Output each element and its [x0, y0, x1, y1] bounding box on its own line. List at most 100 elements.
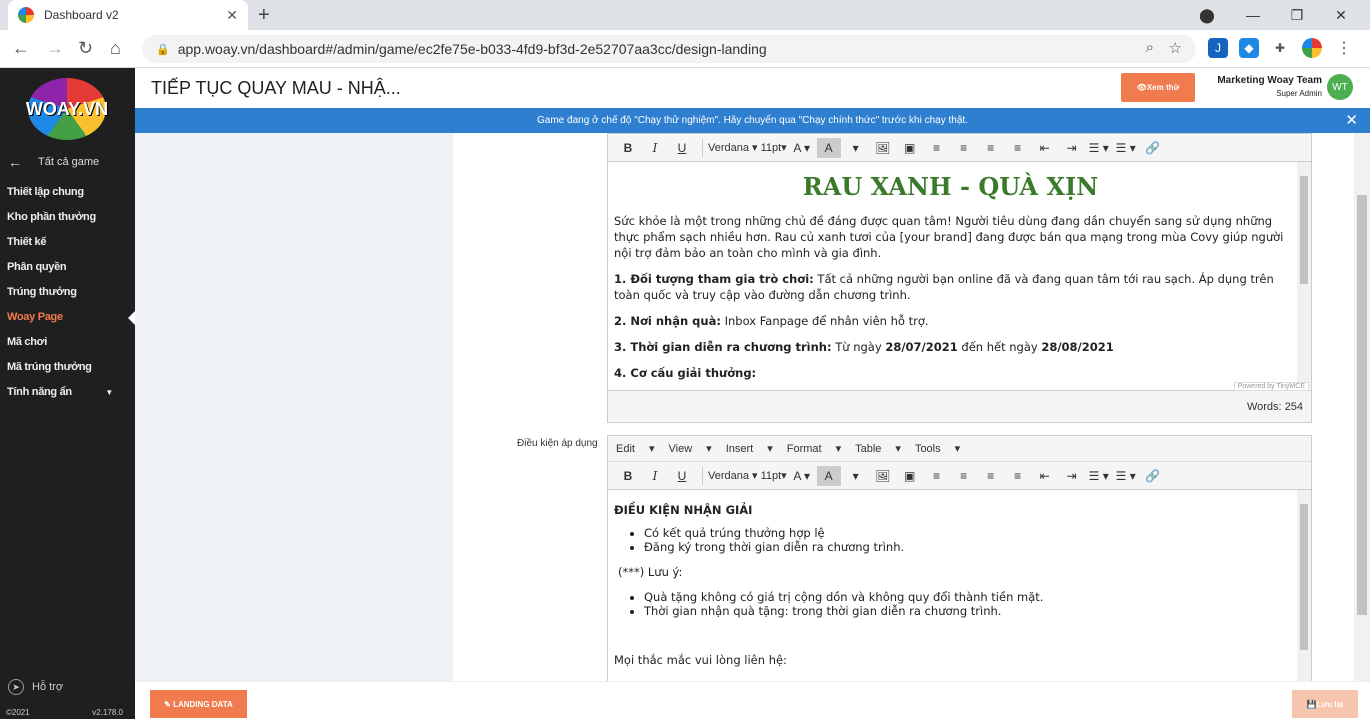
editor-menu-item[interactable]: View ▾ — [669, 442, 712, 455]
back-to-all-games[interactable]: ← Tất cả game — [8, 154, 99, 170]
forward-icon[interactable]: → — [46, 38, 64, 59]
editor-menu-item[interactable]: Format ▾ — [787, 442, 841, 455]
reload-icon[interactable]: ↻ — [78, 38, 93, 59]
profile-icon[interactable]: ⬤ — [1184, 0, 1230, 30]
bullet-list-icon[interactable]: ☰ ▾ — [1114, 138, 1138, 158]
landing-data-button[interactable]: ✎ LANDING DATA — [150, 690, 247, 718]
browser-tab-strip: Dashboard v2 ✕ + ⬤ — ❐ ✕ — [0, 0, 1370, 30]
version: v2.178.0 — [92, 708, 123, 717]
editor-menu-item[interactable]: Edit ▾ — [616, 442, 655, 455]
italic-icon[interactable]: I — [643, 466, 667, 486]
outdent-icon[interactable]: ⇤ — [1033, 138, 1057, 158]
image-icon[interactable]: 🖼 — [871, 138, 895, 158]
user-info[interactable]: Marketing Woay Team Super Admin — [1217, 75, 1322, 98]
restore-icon[interactable]: ❐ — [1274, 0, 1320, 30]
close-window-icon[interactable]: ✕ — [1318, 0, 1364, 30]
sidebar-menu: Thiết lập chung Kho phần thưởng Thiết kế Ph… — [0, 180, 135, 405]
sidebar-item[interactable]: Thiết kế — [0, 230, 135, 255]
extension-drop-icon[interactable]: ◆ — [1239, 38, 1259, 58]
sidebar-item[interactable]: Mã chơi — [0, 330, 135, 355]
text-color-icon[interactable]: A ▾ — [790, 138, 814, 158]
indent-icon[interactable]: ⇥ — [1060, 138, 1084, 158]
link-icon[interactable]: 🔗 — [1141, 466, 1165, 486]
conditions-editor[interactable]: Edit ▾ View ▾ Insert ▾ Format ▾ Table ▾ Tools ▾ B I… — [607, 435, 1312, 681]
editor-body[interactable]: RAU XANH - QUÀ XỊN Sức khỏe là một trong… — [608, 162, 1311, 388]
description-editor[interactable]: B I U Verdana ▾ 11pt ▾ A ▾ A ▾ 🖼 ▣ ≡ ≡ ≡ ≡… — [607, 133, 1312, 423]
align-justify-icon[interactable]: ≡ — [1006, 138, 1030, 158]
media-icon[interactable]: ▣ — [898, 138, 922, 158]
home-icon[interactable]: ⌂ — [110, 38, 121, 59]
woay-extension-icon[interactable] — [1302, 38, 1322, 58]
zoom-icon[interactable]: ⌕ — [1146, 39, 1154, 56]
bold-icon[interactable]: B — [616, 466, 640, 486]
preview-button[interactable]: 👁Xem thử — [1121, 73, 1195, 102]
editor-scrollbar[interactable] — [1297, 490, 1311, 681]
sidebar-item[interactable]: Mã trúng thưởng — [0, 355, 135, 380]
editor-menu-item[interactable]: Insert ▾ — [726, 442, 773, 455]
sidebar-item[interactable]: Trúng thưởng — [0, 280, 135, 305]
underline-icon[interactable]: U — [670, 138, 694, 158]
bookmark-star-icon[interactable]: ☆ — [1169, 39, 1182, 57]
sidebar-item[interactable]: Woay Page — [0, 305, 135, 330]
editor-menu-item[interactable]: Tools ▾ — [915, 442, 960, 455]
media-icon[interactable]: ▣ — [898, 466, 922, 486]
sidebar-item-label: Tính năng ẩn — [7, 386, 72, 398]
text-color-icon[interactable]: A ▾ — [790, 466, 814, 486]
address-bar-row: ← → ↻ ⌂ 🔒 app.woay.vn/dashboard#/admin/g… — [0, 30, 1370, 68]
help-label: Hỗ trợ — [32, 681, 64, 693]
conditions-heading: ĐIỀU KIỆN NHẬN GIẢI — [614, 503, 753, 517]
url-bar[interactable]: 🔒 app.woay.vn/dashboard#/admin/game/ec2f… — [142, 35, 1196, 63]
editor-body[interactable]: ĐIỀU KIỆN NHẬN GIẢI Có kết quả trúng thư… — [608, 490, 1311, 681]
conditions-label: Điều kiện áp dụng — [517, 438, 598, 449]
underline-icon[interactable]: U — [670, 466, 694, 486]
bg-color-icon[interactable]: A — [816, 465, 841, 486]
back-icon[interactable]: ← — [12, 38, 30, 59]
align-right-icon[interactable]: ≡ — [979, 138, 1003, 158]
sidebar-item[interactable]: Kho phần thưởng — [0, 205, 135, 230]
size-select[interactable]: 11pt ▾ — [761, 138, 787, 158]
numbered-list-icon[interactable]: ☰ ▾ — [1087, 466, 1111, 486]
logo-text: WOAY.VN — [25, 98, 109, 119]
mode-banner: Game đang ở chế độ "Chạy thử nghiệm". Hã… — [135, 108, 1370, 133]
align-left-icon[interactable]: ≡ — [925, 466, 949, 486]
indent-icon[interactable]: ⇥ — [1060, 466, 1084, 486]
bullet-list-icon[interactable]: ☰ ▾ — [1114, 466, 1138, 486]
bold-icon[interactable]: B — [616, 138, 640, 158]
outdent-icon[interactable]: ⇤ — [1033, 466, 1057, 486]
sidebar-item[interactable]: Phân quyền — [0, 255, 135, 280]
align-right-icon[interactable]: ≡ — [979, 466, 1003, 486]
image-icon[interactable]: 🖼 — [871, 466, 895, 486]
editor-menu-item[interactable]: Table ▾ — [855, 442, 901, 455]
sidebar-item[interactable]: Tính năng ẩn ▼ — [0, 380, 135, 405]
align-justify-icon[interactable]: ≡ — [1006, 466, 1030, 486]
italic-icon[interactable]: I — [643, 138, 667, 158]
preview-pane — [135, 133, 453, 681]
note-text: (***) Lưu ý: — [618, 565, 683, 579]
powered-by: Powered by TinyMCE — [1233, 382, 1309, 391]
font-select[interactable]: Verdana ▾ — [708, 138, 758, 158]
align-center-icon[interactable]: ≡ — [952, 466, 976, 486]
puzzle-icon[interactable]: ✚ — [1270, 38, 1290, 58]
align-center-icon[interactable]: ≡ — [952, 138, 976, 158]
new-tab-icon[interactable]: + — [258, 4, 270, 27]
font-select[interactable]: Verdana ▾ — [708, 466, 758, 486]
top-bar: TIẾP TỤC QUAY MAU - NHẬ... 👁Xem thử Mark… — [135, 68, 1370, 108]
sidebar-item[interactable]: Thiết lập chung — [0, 180, 135, 205]
save-button[interactable]: 💾Lưu lại — [1292, 690, 1358, 718]
more-menu-icon[interactable]: ⋮ — [1334, 38, 1354, 58]
size-select[interactable]: 11pt ▾ — [761, 466, 787, 486]
numbered-list-icon[interactable]: ☰ ▾ — [1087, 138, 1111, 158]
bg-color-icon[interactable]: A — [816, 137, 841, 158]
link-icon[interactable]: 🔗 — [1141, 138, 1165, 158]
align-left-icon[interactable]: ≡ — [925, 138, 949, 158]
minimize-icon[interactable]: — — [1230, 0, 1276, 30]
browser-tab[interactable]: Dashboard v2 ✕ — [8, 0, 248, 30]
avatar[interactable]: WT — [1327, 74, 1353, 100]
close-banner-icon[interactable]: ✕ — [1345, 111, 1358, 129]
woay-logo[interactable]: WOAY.VN — [25, 78, 109, 140]
page-scrollbar[interactable] — [1354, 133, 1370, 681]
extension-icon[interactable]: J — [1208, 38, 1228, 58]
editor-scrollbar[interactable] — [1297, 162, 1311, 388]
close-tab-icon[interactable]: ✕ — [226, 7, 238, 24]
help-link[interactable]: ➤ Hỗ trợ — [8, 679, 63, 695]
